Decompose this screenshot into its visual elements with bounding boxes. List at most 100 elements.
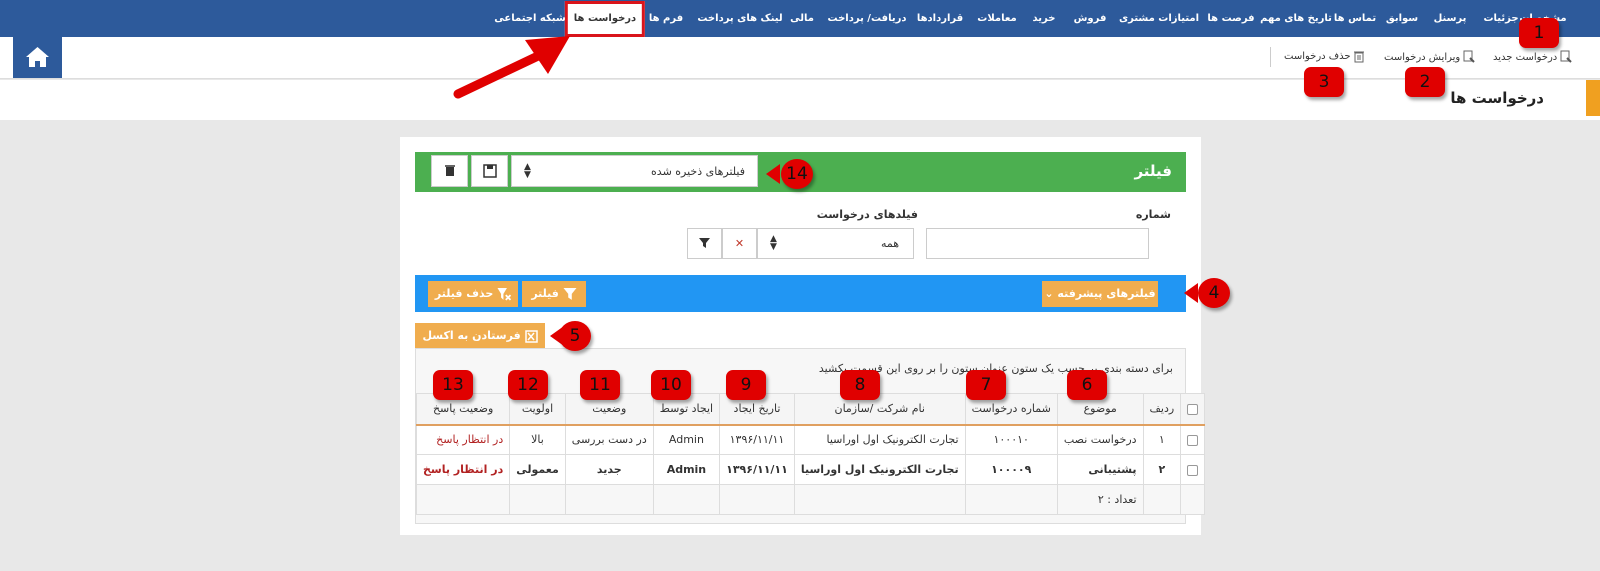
floppy-icon	[482, 164, 497, 178]
select-arrows-icon: ▲ ▼	[524, 162, 531, 180]
row-select-cell	[1180, 454, 1206, 485]
footer-cell	[1142, 484, 1182, 515]
nav-item-details[interactable]: جزئیات	[1483, 0, 1518, 37]
cell-priority: بالا	[509, 424, 566, 455]
cell-row-number: ۱	[1142, 424, 1182, 455]
toolbar-divider	[1270, 47, 1271, 67]
nav-item-deals[interactable]: معاملات	[977, 0, 1016, 37]
nav-item-contacts[interactable]: تماس ها	[1334, 0, 1376, 37]
column-header-company[interactable]: نام شرکت /سازمان	[793, 393, 966, 426]
apply-filter-label: فیلتر	[531, 287, 559, 300]
cell-company: تجارت الکترونیک اول اوراسیا	[793, 454, 966, 485]
annotation-badge-4: 4	[1198, 278, 1230, 308]
field-filter-button[interactable]	[687, 228, 722, 259]
requests-card: فیلتر فیلترهای ذخیره شده ▲ ▼ شماره فیلدها…	[400, 137, 1206, 535]
cell-reply-status: در انتظار پاسخ	[415, 454, 511, 485]
row-checkbox[interactable]	[1187, 464, 1199, 476]
export-excel-label: فرستادن به اکسل	[422, 329, 521, 342]
filter-title: فیلتر	[1134, 162, 1172, 180]
clear-field-button[interactable]: ✕	[722, 228, 757, 259]
nav-item-purchases[interactable]: خرید	[1033, 0, 1056, 37]
table-row[interactable]: ۲ پشتیبانی ۱۰۰۰۰۹ تجارت الکترونیک اول او…	[415, 454, 1206, 485]
nav-item-important-dates[interactable]: تاریخ های مهم	[1260, 0, 1332, 37]
page-title: درخواست ها	[1450, 89, 1544, 107]
request-fields-select[interactable]: همه ▲ ▼	[757, 228, 914, 259]
table-footer-row: تعداد : ۲	[415, 484, 1206, 515]
action-toolbar: درخواست جدید ویرایش درخواست حذف درخواست	[0, 37, 1600, 79]
cell-created-by: Admin	[652, 454, 721, 485]
apply-filter-button[interactable]: فیلتر	[522, 281, 586, 307]
delete-request-label: حذف درخواست	[1284, 51, 1351, 62]
footer-cell	[719, 484, 795, 515]
request-fields-value: همه	[880, 237, 899, 250]
delete-request-button[interactable]: حذف درخواست	[1284, 50, 1365, 63]
export-excel-button[interactable]: فرستادن به اکسل	[415, 323, 545, 349]
close-icon: ✕	[734, 237, 745, 250]
annotation-pointer	[1184, 283, 1198, 303]
row-checkbox[interactable]	[1187, 434, 1199, 446]
remove-filter-button[interactable]: حذف فیلتر	[428, 281, 518, 307]
saved-filters-value: فیلترهای ذخیره شده	[651, 165, 745, 178]
footer-cell	[415, 484, 511, 515]
funnel-icon	[563, 287, 577, 300]
cell-reply-status: در انتظار پاسخ	[415, 424, 511, 455]
annotation-badge-12: 12	[508, 370, 548, 400]
nav-item-financial[interactable]: مالی	[790, 0, 814, 37]
edit-request-button[interactable]: ویرایش درخواست	[1384, 50, 1476, 64]
advanced-filters-button[interactable]: ⌄ فیلترهای پیشرفته	[1042, 281, 1158, 307]
row-count: تعداد : ۲	[1056, 484, 1144, 515]
footer-cell	[652, 484, 721, 515]
annotation-badge-13: 13	[433, 370, 473, 400]
new-request-button[interactable]: درخواست جدید	[1493, 50, 1573, 64]
delete-filter-button[interactable]	[431, 155, 468, 187]
nav-item-forms[interactable]: فرم ها	[649, 0, 683, 37]
nav-item-contracts[interactable]: قراردادها	[917, 0, 963, 37]
cell-row-number: ۲	[1142, 454, 1182, 485]
annotation-badge-5: 5	[559, 321, 591, 351]
footer-cell	[509, 484, 566, 515]
cell-request-number: ۱۰۰۰۰۹	[964, 454, 1058, 485]
nav-item-customer-points[interactable]: امتیازات مشتری	[1119, 0, 1199, 37]
nav-item-requests[interactable]: درخواست ها	[564, 1, 646, 37]
column-header-row-number[interactable]: ردیف	[1142, 393, 1182, 426]
footer-cell	[564, 484, 654, 515]
cell-subject: پشتیبانی	[1056, 454, 1144, 485]
table-row[interactable]: ۱ درخواست نصب ۱۰۰۰۱۰ تجارت الکترونیک اول…	[415, 424, 1206, 455]
number-input[interactable]	[926, 228, 1149, 259]
annotation-badge-10: 10	[651, 370, 691, 400]
cell-company: تجارت الکترونیک اول اوراسیا	[793, 424, 966, 455]
saved-filters-select[interactable]: فیلترهای ذخیره شده ▲ ▼	[511, 155, 758, 187]
cell-status: در دست بررسی	[564, 424, 654, 455]
page-title-bar: درخواست ها	[0, 80, 1600, 120]
save-filter-button[interactable]	[471, 155, 508, 187]
home-button[interactable]	[13, 37, 62, 78]
footer-cell	[793, 484, 966, 515]
cell-created-date: ۱۳۹۶/۱۱/۱۱	[719, 454, 795, 485]
annotation-badge-8: 8	[840, 370, 880, 400]
annotation-badge-6: 6	[1067, 370, 1107, 400]
cell-priority: معمولی	[509, 454, 566, 485]
number-label: شماره	[1135, 208, 1171, 221]
select-all-checkbox[interactable]	[1187, 403, 1199, 415]
cell-request-number: ۱۰۰۰۱۰	[964, 424, 1058, 455]
nav-item-sales[interactable]: فروش	[1074, 0, 1107, 37]
top-navigation: مشخصات جزئیات پرسنل سوابق تماس ها تاریخ …	[0, 0, 1600, 37]
cell-status: جدید	[564, 454, 654, 485]
chevron-down-icon: ⌄	[1044, 287, 1054, 300]
cell-created-date: ۱۳۹۶/۱۱/۱۱	[719, 424, 795, 455]
select-arrows-icon: ▲ ▼	[770, 234, 777, 252]
nav-item-history[interactable]: سوابق	[1386, 0, 1418, 37]
annotation-badge-9: 9	[726, 370, 766, 400]
nav-item-receive-pay[interactable]: دریافت/ پرداخت	[828, 0, 907, 37]
edit-request-label: ویرایش درخواست	[1384, 51, 1461, 63]
annotation-badge-2: 2	[1405, 67, 1445, 97]
nav-item-opportunities[interactable]: فرصت ها	[1207, 0, 1254, 37]
edit-document-icon	[1463, 50, 1475, 63]
trash-icon	[444, 165, 455, 176]
excel-icon	[524, 329, 538, 343]
nav-item-personnel[interactable]: پرسنل	[1434, 0, 1467, 37]
nav-item-payment-links[interactable]: لینک های پرداخت	[697, 0, 782, 37]
new-document-icon	[1560, 50, 1572, 63]
filter-actions-bar: ⌄ فیلترهای پیشرفته فیلتر حذف فیلتر	[415, 275, 1186, 312]
nav-item-social-network[interactable]: شبکه اجتماعی	[494, 0, 565, 37]
